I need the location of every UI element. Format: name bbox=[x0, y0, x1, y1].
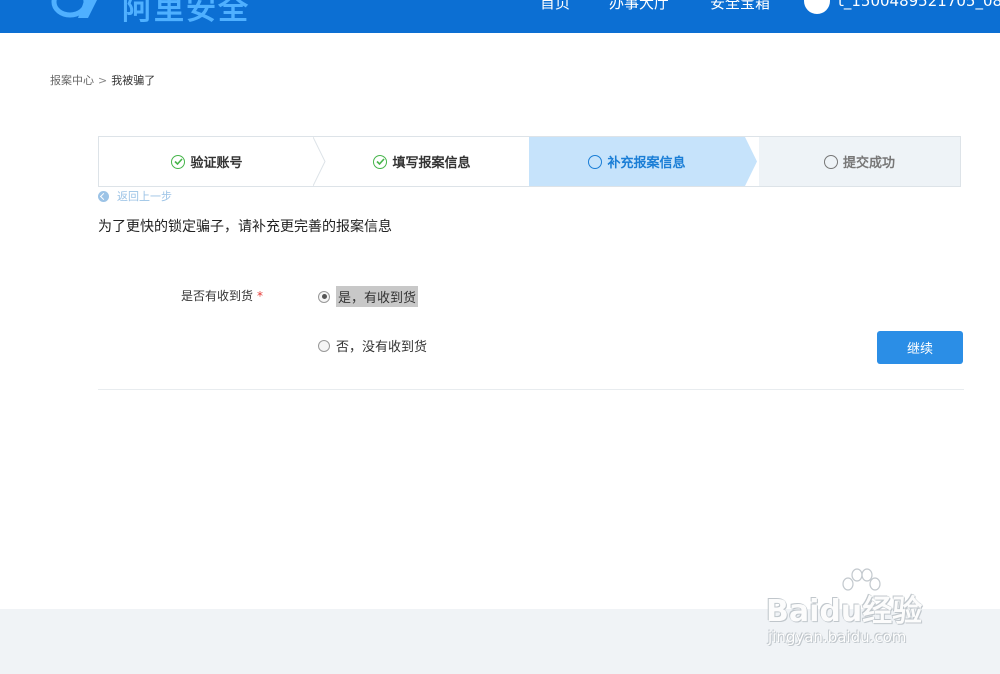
nav-safety-box[interactable]: 安全宝箱 bbox=[710, 0, 770, 13]
user-name[interactable]: t_1500489521705_0803 bbox=[838, 0, 1000, 10]
top-header: 阿里安全 首页 办事大厅 安全宝箱 t_1500489521705_0803 bbox=[0, 0, 1000, 33]
chevron-right-icon bbox=[745, 137, 757, 186]
field-label-text: 是否有收到货 bbox=[181, 289, 254, 303]
nav-home[interactable]: 首页 bbox=[540, 0, 570, 13]
breadcrumb-root[interactable]: 报案中心 bbox=[50, 74, 94, 87]
radio-option-no[interactable]: 否，没有收到货 bbox=[318, 336, 427, 355]
radio-option-label: 否，没有收到货 bbox=[336, 340, 428, 355]
step-fill-report: 填写报案信息 bbox=[315, 137, 529, 186]
breadcrumb-separator: > bbox=[98, 74, 108, 87]
radio-option-yes[interactable]: 是，有收到货 bbox=[318, 286, 419, 307]
circle-icon bbox=[823, 154, 838, 169]
breadcrumb: 报案中心 > 我被骗了 bbox=[50, 72, 155, 88]
received-goods-label: 是否有收到货 * bbox=[181, 287, 263, 304]
watermark-brand: Baidu经验 bbox=[766, 594, 923, 629]
check-circle-icon bbox=[171, 154, 186, 169]
step-submit-success: 提交成功 bbox=[759, 137, 960, 186]
divider bbox=[98, 389, 964, 390]
continue-button[interactable]: 继续 bbox=[877, 331, 963, 364]
check-circle-icon bbox=[373, 154, 388, 169]
progress-steps: 验证账号 填写报案信息 补充报案信息 提交成功 bbox=[98, 136, 961, 187]
radio-button[interactable] bbox=[318, 339, 330, 352]
watermark-url: jingyan.baidu.com bbox=[768, 628, 907, 646]
step-label: 填写报案信息 bbox=[392, 156, 471, 171]
step-label: 补充报案信息 bbox=[607, 156, 686, 171]
baidu-watermark: Baidu经验 jingyan.baidu.com bbox=[766, 566, 956, 656]
radio-button-checked[interactable] bbox=[318, 290, 330, 303]
radio-option-label: 是，有收到货 bbox=[336, 286, 419, 307]
back-link[interactable]: 返回上一步 bbox=[98, 188, 172, 204]
intro-text: 为了更快的锁定骗子，请补充更完善的报案信息 bbox=[98, 219, 392, 235]
required-mark: * bbox=[257, 289, 264, 303]
back-link-label: 返回上一步 bbox=[117, 190, 172, 203]
step-supplement-report: 补充报案信息 bbox=[529, 137, 745, 186]
step-verify-account: 验证账号 bbox=[99, 137, 315, 186]
back-arrow-icon bbox=[98, 190, 109, 202]
step-label: 提交成功 bbox=[842, 156, 895, 171]
step-label: 验证账号 bbox=[190, 156, 243, 171]
breadcrumb-current: 我被骗了 bbox=[111, 74, 156, 87]
nav-service-hall[interactable]: 办事大厅 bbox=[609, 0, 669, 13]
circle-icon bbox=[588, 154, 603, 169]
